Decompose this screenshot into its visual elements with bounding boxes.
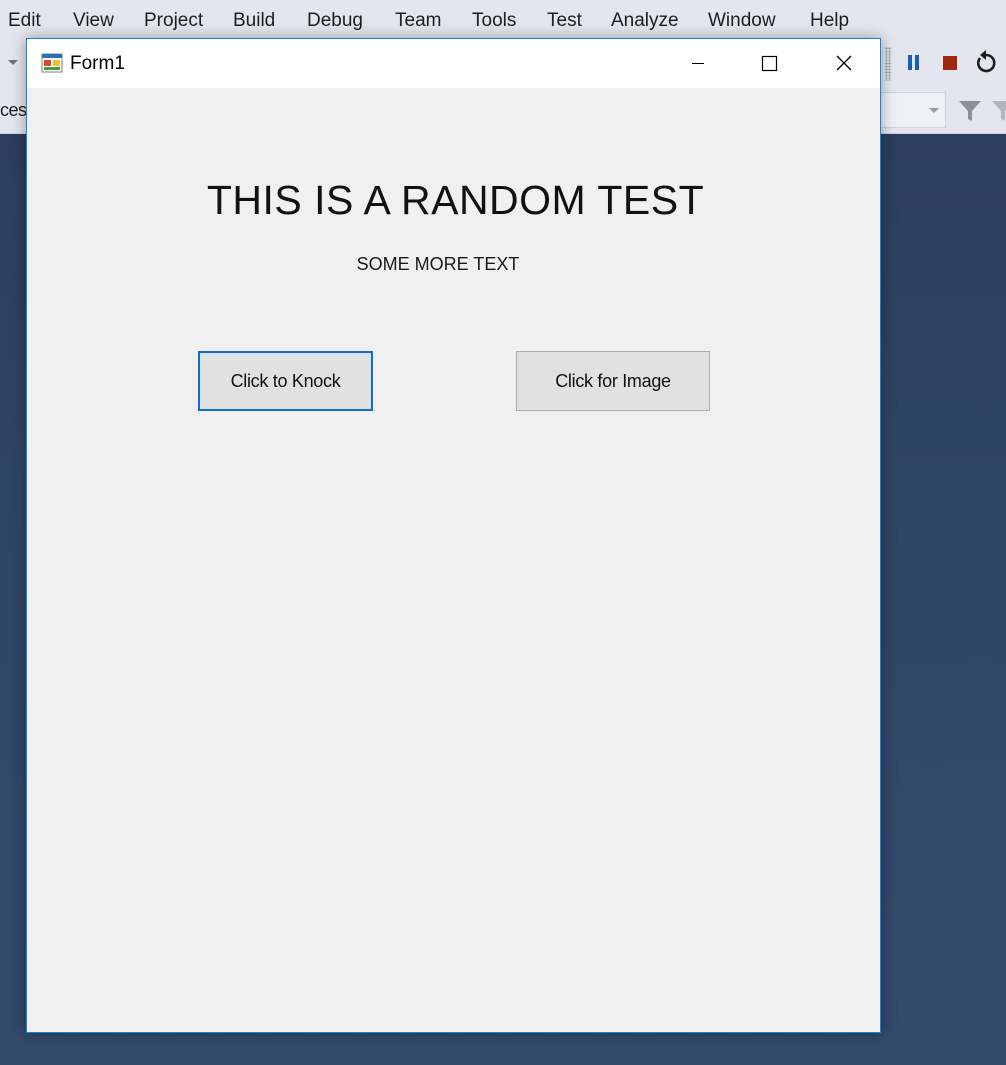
image-button[interactable]: Click for Image [516,351,710,411]
minimize-button[interactable] [669,39,727,88]
stop-icon[interactable] [943,56,957,70]
menu-analyze[interactable]: Analyze [611,9,679,33]
minimize-icon [692,63,704,64]
menu-help[interactable]: Help [810,9,849,33]
menu-debug[interactable]: Debug [307,9,363,33]
menu-tools[interactable]: Tools [472,9,516,33]
menu-window[interactable]: Window [708,9,776,33]
stack-frame-dropdown[interactable] [880,92,946,128]
menu-team[interactable]: Team [395,9,441,33]
pause-icon[interactable] [907,55,921,71]
restart-icon[interactable] [974,50,998,76]
menu-project[interactable]: Project [144,9,203,33]
menu-bar: Edit View Project Build Debug Team Tools… [0,0,1006,41]
filter-icon[interactable] [990,97,1006,123]
menu-test[interactable]: Test [547,9,582,33]
form-client-area: THIS IS A RANDOM TEST SOME MORE TEXT Cli… [27,88,880,1032]
close-icon [836,55,852,71]
knock-button[interactable]: Click to Knock [198,351,373,411]
chevron-down-icon[interactable] [8,60,18,65]
filter-icon[interactable] [957,97,983,123]
window-title: Form1 [70,53,125,74]
app-icon [41,53,63,73]
menu-view[interactable]: View [73,9,114,33]
menu-edit[interactable]: Edit [8,9,41,33]
close-button[interactable] [815,39,873,88]
sub-heading-label: SOME MORE TEXT [356,254,520,274]
title-bar[interactable]: Form1 [27,39,880,88]
toolbar-grip[interactable] [885,47,891,81]
maximize-button[interactable] [739,39,797,88]
form1-window: Form1 THIS IS A RANDOM TEST SOME MORE TE… [26,38,881,1033]
menu-build[interactable]: Build [233,9,275,33]
main-heading-label: THIS IS A RANDOM TEST [206,177,705,223]
maximize-icon [761,55,778,72]
chevron-down-icon[interactable] [929,108,939,113]
